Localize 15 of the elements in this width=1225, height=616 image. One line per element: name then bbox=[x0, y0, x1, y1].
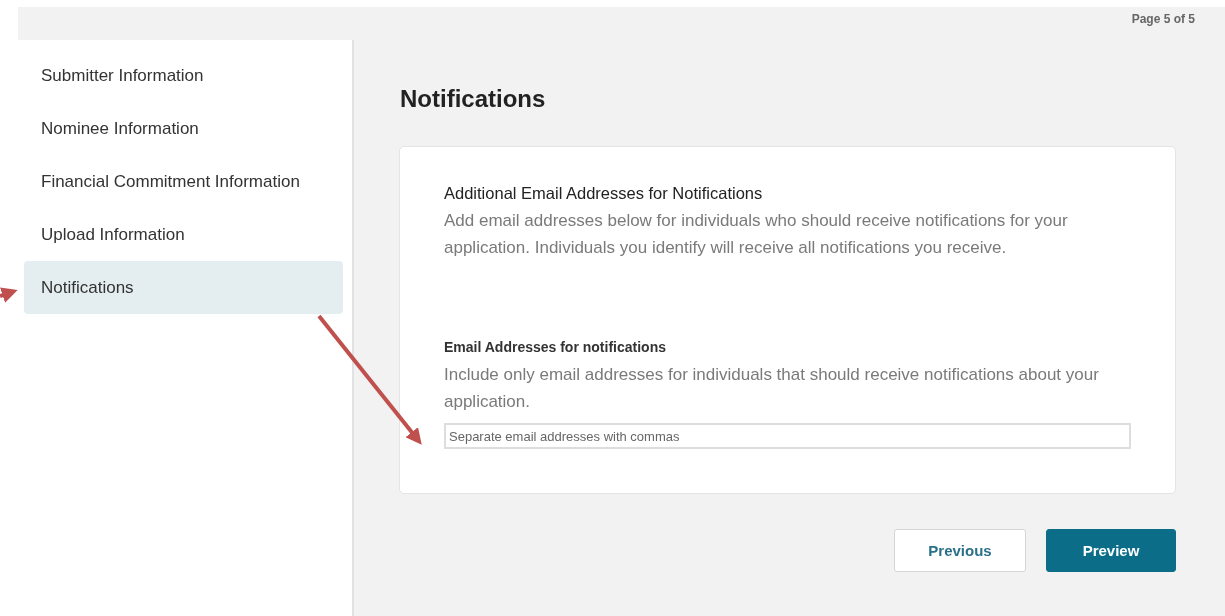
sidebar-item[interactable]: Financial Commitment Information bbox=[24, 155, 343, 208]
sidebar-item[interactable]: Upload Information bbox=[24, 208, 343, 261]
section-title: Additional Email Addresses for Notifications bbox=[444, 184, 764, 203]
arrow-drawing bbox=[0, 287, 18, 303]
section-description: Add email addresses below for individuals who should receive notifications for your application. Individuals you identify will receive all notifications you receive. bbox=[444, 210, 1069, 259]
preview-button[interactable]: Preview bbox=[1046, 529, 1176, 572]
email-input-field[interactable]: Separate email addresses with commas bbox=[444, 423, 1131, 449]
sidebar-item[interactable]: Submitter Information bbox=[24, 49, 343, 102]
field-label: Email Addresses for notifications bbox=[444, 339, 667, 355]
previous-button[interactable]: Previous bbox=[894, 529, 1026, 572]
page-indicator: Page 5 of 5 bbox=[1131, 11, 1195, 26]
field-help-text: Include only email addresses for individuals that should receive notifications about your application. bbox=[444, 364, 1100, 413]
sidebar-item[interactable]: Nominee Information bbox=[24, 102, 343, 155]
page-heading: Notifications bbox=[400, 85, 547, 113]
sidebar-item[interactable]: Notifications bbox=[24, 261, 343, 314]
